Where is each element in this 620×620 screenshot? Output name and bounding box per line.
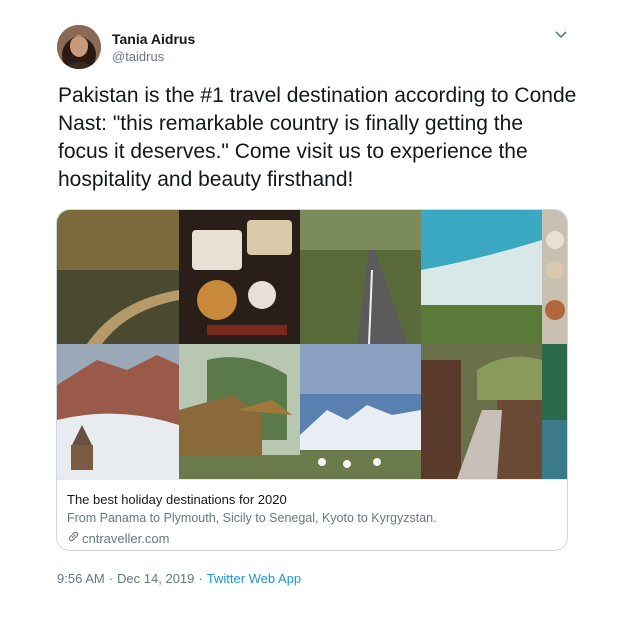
avatar[interactable] — [57, 25, 101, 69]
tweet-time[interactable]: 9:56 AM — [57, 571, 105, 586]
source-app-link[interactable]: Twitter Web App — [207, 571, 301, 586]
tweet-meta: 9:56 AM · Dec 14, 2019 · Twitter Web App — [57, 571, 301, 586]
tweet: Tania Aidrus @taidrus Pakistan is the #1… — [0, 0, 620, 620]
card-description: From Panama to Plymouth, Sicily to Seneg… — [67, 511, 437, 525]
card-domain[interactable]: cntraveller.com — [67, 530, 169, 546]
card-domain-text: cntraveller.com — [82, 530, 170, 546]
chevron-down-icon[interactable] — [552, 28, 570, 42]
link-card[interactable]: The best holiday destinations for 2020 F… — [56, 209, 568, 551]
user-name[interactable]: Tania Aidrus — [112, 31, 195, 47]
separator: · — [108, 571, 114, 586]
link-icon — [67, 530, 82, 546]
user-handle[interactable]: @taidrus — [112, 49, 164, 64]
separator: · — [198, 571, 203, 586]
tweet-text: Pakistan is the #1 travel destination ac… — [58, 84, 577, 191]
card-title[interactable]: The best holiday destinations for 2020 — [67, 492, 287, 507]
card-image — [57, 210, 567, 479]
tweet-date[interactable]: Dec 14, 2019 — [117, 571, 194, 586]
card-info[interactable]: The best holiday destinations for 2020 F… — [57, 479, 567, 550]
